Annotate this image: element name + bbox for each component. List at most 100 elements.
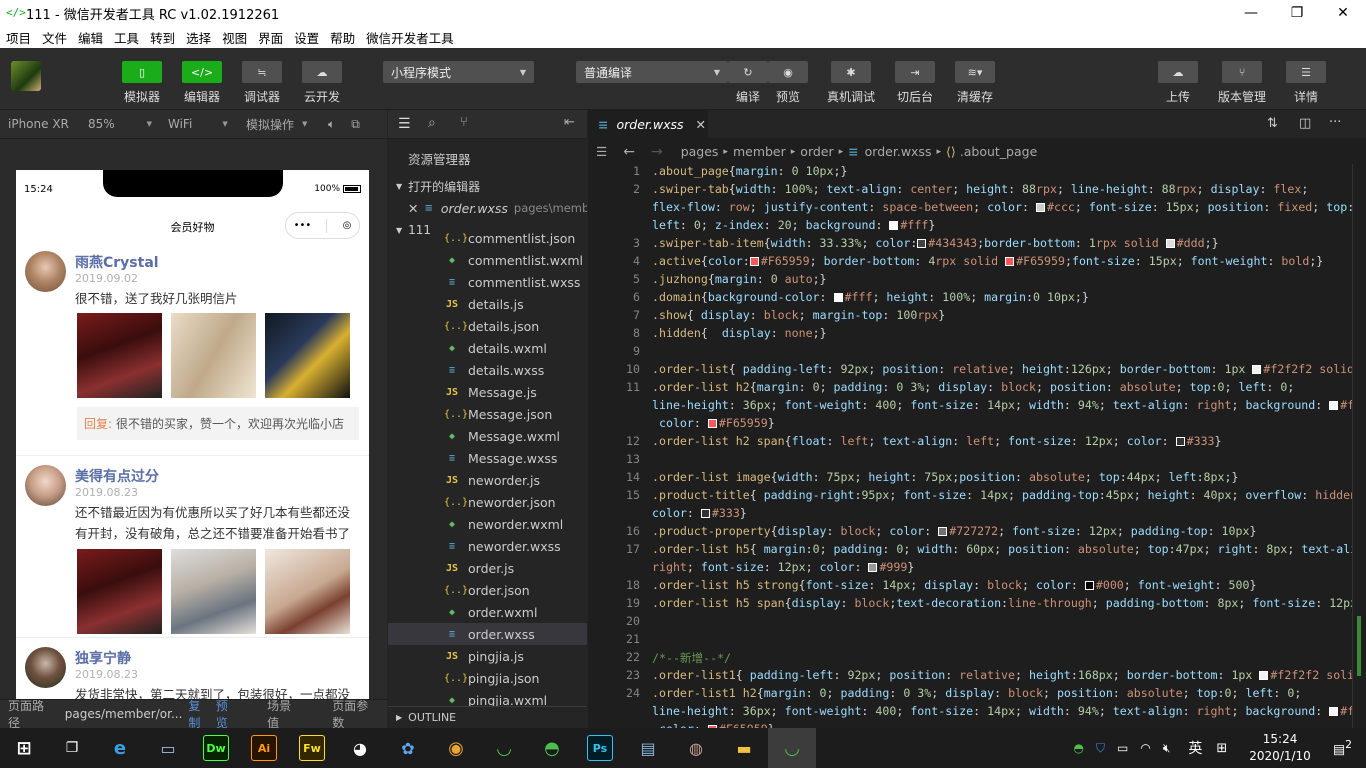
breadcrumb-item[interactable]: member [733, 144, 786, 159]
explorer-menu-icon[interactable]: ☰ [398, 116, 411, 132]
code-line[interactable]: /*--新增--*/ [652, 650, 731, 666]
file-tree-item[interactable]: {..} details.json [388, 315, 587, 337]
code-line[interactable]: left: 0; z-index: 20; background: #fff} [652, 218, 935, 232]
pc-taskbar-button[interactable]: ▭ [144, 728, 192, 768]
more-actions-icon[interactable]: ··· [1329, 115, 1341, 130]
remote-debug-button[interactable]: ✱ [831, 61, 871, 83]
breadcrumb-item[interactable]: .about_page [960, 144, 1038, 159]
breadcrumb-item[interactable]: order.wxss [865, 144, 932, 159]
code-line[interactable]: line-height: 36px; font-weight: 400; fon… [652, 704, 1352, 718]
code-line[interactable]: right; font-size: 12px; color: #999} [652, 560, 914, 574]
debugger-toggle-button[interactable]: ≒ [242, 61, 282, 83]
wechat-devtools-active-taskbar-button[interactable]: ◡ [768, 728, 816, 768]
file-tree-item[interactable]: JS details.js [388, 293, 587, 315]
review-image[interactable] [77, 313, 162, 398]
breadcrumb-item[interactable]: order [800, 144, 833, 159]
file-tree-item[interactable]: ◆ neworder.wxml [388, 513, 587, 535]
file-tree-item[interactable]: {..} neworder.json [388, 491, 587, 513]
network-select[interactable]: WiFi ▼ [160, 110, 238, 139]
window-mode-icon[interactable]: ⧉ [343, 110, 368, 139]
outline-section[interactable]: ▶ OUTLINE [388, 706, 587, 728]
media-taskbar-button[interactable]: ◍ [672, 728, 720, 768]
code-line[interactable]: .order-list h2 span{float: left; text-al… [652, 434, 1222, 448]
compile-mode-select[interactable]: 普通编译 ▼ [576, 61, 728, 83]
compare-icon[interactable]: ⇅ [1267, 116, 1278, 131]
file-tree-item[interactable]: ≡ details.wxss [388, 359, 587, 381]
review-image[interactable] [77, 549, 162, 634]
code-line[interactable]: .order-list{ padding-left: 92px; positio… [652, 362, 1352, 376]
wechat-devtools-taskbar-button[interactable]: ◡ [480, 728, 528, 768]
code-line[interactable]: .product-title{ padding-right:95px; font… [652, 488, 1352, 502]
wechat-tray-icon[interactable]: ◓ [1073, 741, 1083, 755]
file-tree-item[interactable]: {..} Message.json [388, 403, 587, 425]
file-tree-item[interactable]: ≡ neworder.wxss [388, 535, 587, 557]
code-editor[interactable]: 1 .about_page{margin: 0 10px;} 2 .swiper-ta… [588, 164, 1352, 728]
file-tree-item[interactable]: ◆ commentlist.wxml [388, 249, 587, 271]
page-params-button[interactable]: 页面参数 [324, 697, 387, 731]
notepad-taskbar-button[interactable]: ▤ [624, 728, 672, 768]
menu-settings[interactable]: 设置 [294, 28, 319, 47]
clock[interactable]: 15:24 2020/1/10 [1249, 731, 1311, 765]
more-icon[interactable]: ••• [294, 220, 312, 231]
search-icon[interactable]: ⌕ [428, 115, 436, 131]
review-image[interactable] [265, 549, 350, 634]
file-tree-item[interactable]: ◆ Message.wxml [388, 425, 587, 447]
qq-taskbar-button[interactable]: ◕ [336, 728, 384, 768]
dreamweaver-taskbar-button[interactable]: Dw [192, 728, 240, 768]
minimize-button[interactable]: — [1228, 0, 1274, 26]
chrome-taskbar-button[interactable]: ◉ [432, 728, 480, 768]
code-line[interactable]: .order-list1{ padding-left: 92px; positi… [652, 668, 1352, 682]
close-circle-icon[interactable]: ◎ [343, 220, 352, 231]
review-user-name[interactable]: 美得有点过分 [75, 466, 159, 486]
forward-icon[interactable]: → [651, 144, 663, 160]
code-line[interactable]: flex-flow: row; justify-content: space-b… [652, 200, 1352, 214]
mode-select[interactable]: 小程序模式 ▼ [383, 61, 534, 83]
code-line[interactable]: .order-list h5 strong{font-size: 14px; d… [652, 578, 1256, 592]
file-tree-item[interactable]: ◆ details.wxml [388, 337, 587, 359]
file-tree-item[interactable]: {..} commentlist.json [388, 233, 587, 249]
compile-button[interactable]: ↻ [728, 61, 768, 83]
volume-mute-icon[interactable]: 🔇︎ [1163, 741, 1171, 756]
cloud-dev-button[interactable]: ☁ [302, 61, 342, 83]
code-line[interactable]: .active{color: #F65959; border-bottom: 4r… [652, 254, 1323, 268]
menu-file[interactable]: 文件 [42, 28, 67, 47]
code-line[interactable]: .juzhong{margin: 0 auto;} [652, 272, 827, 286]
code-line[interactable]: .order-list h2{margin: 0; padding: 0 3%;… [652, 380, 1294, 394]
source-control-icon[interactable]: ⑂ [460, 115, 468, 130]
code-line[interactable]: .about_page{margin: 0 10px;} [652, 164, 847, 178]
review-user-name[interactable]: 独享宁静 [75, 648, 131, 668]
open-editor-item[interactable]: ✕ ≡ order.wxss pages\memb... [388, 197, 587, 219]
sim-ops-select[interactable]: 模拟操作 ▼ [238, 110, 320, 139]
file-tree-item[interactable]: ≡ order.wxss [388, 623, 587, 645]
photoshop-taskbar-button[interactable]: Ps [576, 728, 624, 768]
upload-button[interactable]: ☁ [1158, 61, 1198, 83]
code-line[interactable]: line-height: 36px; font-weight: 400; fon… [652, 398, 1352, 412]
file-tree-item[interactable]: ◆ order.wxml [388, 601, 587, 623]
menu-help[interactable]: 帮助 [330, 28, 355, 47]
tab-order-wxss[interactable]: ≡ order.wxss ✕ [588, 110, 708, 139]
scene-button[interactable]: 场景值 [253, 697, 324, 731]
split-editor-icon[interactable]: ◫ [1299, 116, 1311, 131]
wechat-taskbar-button[interactable]: ◓ [528, 728, 576, 768]
editor-scrollbar[interactable] [1352, 164, 1366, 728]
menu-goto[interactable]: 转到 [150, 28, 175, 47]
file-tree-item[interactable]: {..} order.json [388, 579, 587, 601]
preview-button[interactable]: ◉ [768, 61, 808, 83]
details-button[interactable]: ☰ [1286, 61, 1326, 83]
code-line[interactable]: .order-list h5 span{display: block;text-… [652, 596, 1352, 610]
file-tree-item[interactable]: JS Message.js [388, 381, 587, 403]
close-icon[interactable]: ✕ [696, 117, 706, 132]
ime-indicator[interactable]: 英 [1188, 738, 1202, 758]
notification-icon[interactable]: ▤2 [1333, 738, 1352, 757]
back-icon[interactable]: ← [623, 144, 635, 160]
version-button[interactable]: ⑂ [1222, 61, 1262, 83]
maximize-button[interactable]: ❐ [1274, 0, 1320, 26]
review-image[interactable] [171, 549, 256, 634]
wifi-icon[interactable]: ◠ [1140, 741, 1150, 755]
review-image[interactable] [171, 313, 256, 398]
ime-mode-icon[interactable]: ⊞ [1216, 741, 1227, 756]
clear-cache-button[interactable]: ≋▾ [955, 61, 995, 83]
code-line[interactable]: .swiper-tab-item{width: 33.33%; color: #4… [652, 236, 1219, 250]
collapse-panel-icon[interactable]: ⇤ [564, 115, 575, 130]
file-tree-item[interactable]: ≡ commentlist.wxss [388, 271, 587, 293]
